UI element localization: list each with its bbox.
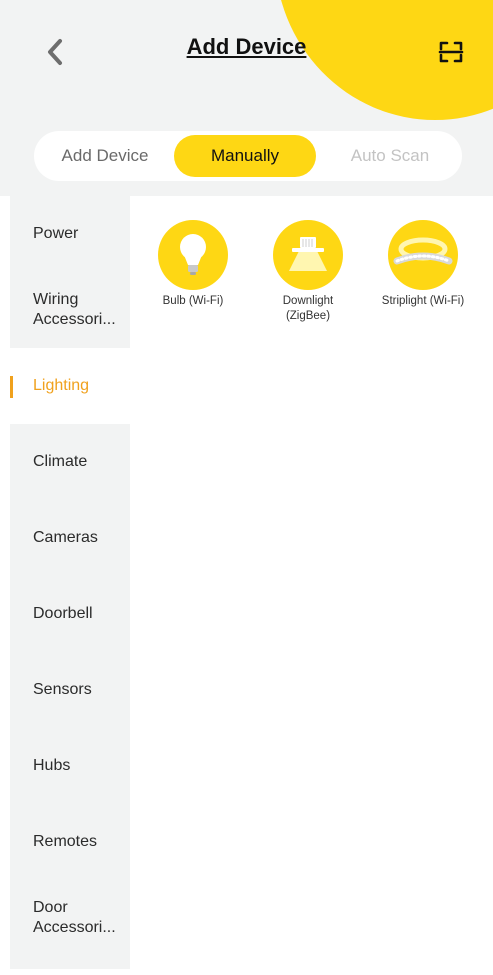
back-button[interactable] [38, 32, 72, 72]
sidebar-item-label: Doorbell [33, 605, 93, 622]
device-icon-circle [388, 220, 458, 290]
sidebar-item-lighting[interactable]: Lighting [10, 348, 130, 424]
device-icon-circle [158, 220, 228, 290]
scan-button[interactable] [434, 36, 468, 68]
segment-auto-scan[interactable]: Auto Scan [326, 135, 454, 177]
sidebar-item-label: Wiring Accessori... [33, 291, 116, 328]
device-icon-circle [273, 220, 343, 290]
chevron-left-icon [48, 39, 62, 65]
mode-segmented-control: Add Device Manually Auto Scan [34, 131, 462, 181]
active-indicator [10, 376, 13, 398]
sidebar-item-label: Remotes [33, 833, 98, 850]
sidebar-item-power[interactable]: Power [10, 196, 130, 272]
device-grid: Bulb (Wi-Fi) Downlight (ZigBee) Striplig… [130, 196, 493, 496]
device-striplight-wifi[interactable]: Striplight (Wi-Fi) [368, 220, 478, 309]
sidebar-item-label: Climate [33, 453, 88, 470]
sidebar-item-remotes[interactable]: Remotes [10, 804, 130, 880]
device-downlight-zigbee[interactable]: Downlight (ZigBee) [253, 220, 363, 324]
sidebar-item-door-accessories[interactable]: Door Accessori... [10, 880, 130, 956]
sidebar-item-wiring-accessories[interactable]: Wiring Accessori... [10, 272, 130, 348]
sidebar-item-label: Door Accessori... [33, 899, 116, 936]
sidebar-item-label: Cameras [33, 529, 98, 546]
device-bulb-wifi[interactable]: Bulb (Wi-Fi) [138, 220, 248, 309]
sidebar-item-label: Hubs [33, 757, 71, 774]
category-sidebar: Power Wiring Accessori... Lighting Clima… [10, 196, 130, 969]
sidebar-item-doorbell[interactable]: Doorbell [10, 576, 130, 652]
device-label: Bulb (Wi-Fi) [162, 295, 224, 307]
striplight-icon [393, 237, 453, 265]
sidebar-item-sensors[interactable]: Sensors [10, 652, 130, 728]
sidebar-item-label: Sensors [33, 681, 92, 698]
sidebar-item-label: Power [33, 225, 79, 242]
sidebar-item-label: Lighting [33, 377, 90, 394]
device-label: Striplight (Wi-Fi) [381, 295, 465, 307]
segment-manually[interactable]: Manually [174, 135, 316, 177]
sidebar-item-climate[interactable]: Climate [10, 424, 130, 500]
segment-add-device[interactable]: Add Device [40, 135, 170, 177]
bulb-icon [180, 234, 206, 275]
downlight-icon [289, 237, 327, 271]
scan-frame-icon [438, 41, 464, 63]
sidebar-item-hubs[interactable]: Hubs [10, 728, 130, 804]
sidebar-item-cameras[interactable]: Cameras [10, 500, 130, 576]
device-label: Downlight (ZigBee) [282, 295, 334, 322]
